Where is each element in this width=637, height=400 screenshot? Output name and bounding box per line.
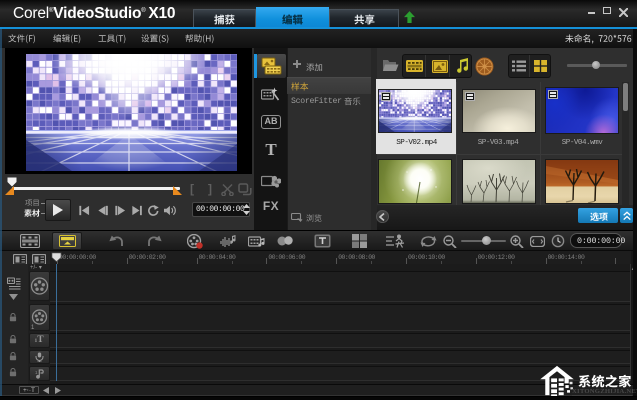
svg-text:1: 1 — [35, 370, 38, 375]
svg-text:1: 1 — [31, 325, 35, 331]
